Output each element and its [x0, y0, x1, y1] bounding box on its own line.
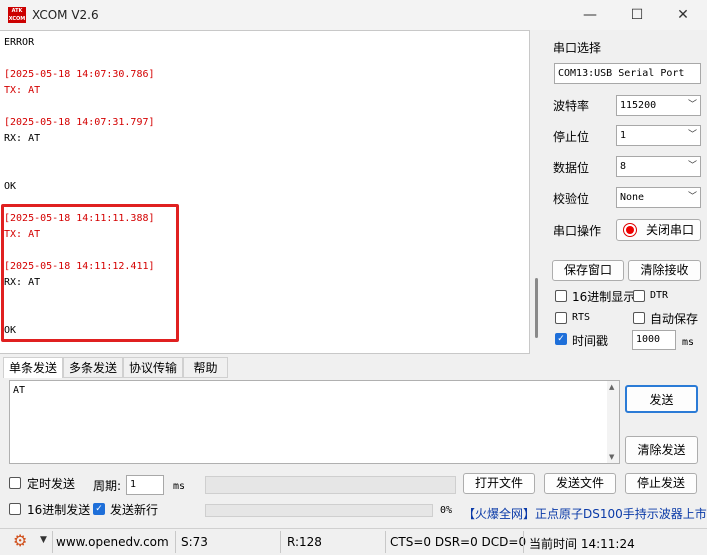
window-title: XCOM V2.6	[32, 8, 99, 22]
hex-send-label: 16进制发送	[27, 503, 91, 517]
parity-value: None	[620, 192, 645, 203]
timestamp-checkbox[interactable]: ✓	[555, 333, 567, 345]
send-input[interactable]: AT ▲ ▼	[9, 380, 620, 464]
receive-line: TX: AT	[4, 85, 41, 96]
tab-help[interactable]: 帮助	[183, 357, 228, 378]
timestamp-unit: ms	[682, 337, 695, 348]
file-progress-track	[205, 476, 456, 494]
title-bar: ATK XCOM XCOM V2.6 — ☐ ✕	[0, 0, 707, 30]
gear-icon[interactable]: ⚙	[13, 531, 27, 550]
period-input[interactable]: 1	[126, 475, 164, 495]
receive-line: [2025-05-18 14:07:31.797]	[4, 117, 155, 128]
tab-multi-send[interactable]: 多条发送	[63, 357, 123, 378]
hex-send-checkbox[interactable]	[9, 503, 21, 515]
line-signals: CTS=0 DSR=0 DCD=0	[390, 535, 527, 549]
hex-display-label: 16进制显示	[572, 290, 636, 304]
ad-link[interactable]: 【火爆全网】正点原子DS100手持示波器上市	[463, 505, 707, 522]
stop-select[interactable]: 1 ﹀	[616, 125, 701, 146]
chevron-down-icon: ﹀	[687, 192, 697, 202]
scroll-up-icon: ▲	[609, 383, 615, 391]
progress-text: 0%	[440, 505, 453, 516]
close-button[interactable]: ✕	[660, 4, 706, 26]
auto-save-label: 自动保存	[650, 312, 699, 326]
maximize-button[interactable]: ☐	[614, 4, 660, 26]
chevron-down-icon: ﹀	[687, 100, 697, 110]
period-label: 周期:	[93, 479, 122, 493]
send-scrollbar[interactable]: ▲ ▼	[607, 381, 619, 463]
save-window-button[interactable]: 保存窗口	[552, 260, 624, 281]
received-count: R:128	[287, 535, 322, 549]
port-value: COM13:USB Serial Port	[558, 68, 685, 79]
data-bits-value: 8	[620, 161, 627, 172]
open-file-button[interactable]: 打开文件	[463, 473, 535, 494]
status-bar: ⚙ ▼ www.openedv.com S:73 R:128 CTS=0 DSR…	[0, 528, 707, 555]
period-unit: ms	[173, 481, 186, 492]
send-newline-label: 发送新行	[110, 503, 159, 517]
parity-select[interactable]: None ﹀	[616, 187, 701, 208]
send-progress-bar	[205, 504, 433, 517]
period-value: 1	[130, 479, 137, 490]
port-select[interactable]: COM13:USB Serial Port	[554, 63, 701, 84]
timestamp-value: 1000	[636, 334, 661, 345]
port-label: 串口选择	[553, 41, 602, 55]
close-port-label: 关闭串口	[646, 223, 695, 237]
baud-select[interactable]: 115200 ﹀	[616, 95, 701, 116]
chevron-down-icon: ﹀	[687, 161, 697, 171]
timestamp-input[interactable]: 1000	[632, 330, 676, 350]
close-port-button[interactable]: 关闭串口	[616, 219, 701, 241]
website-link[interactable]: www.openedv.com	[56, 535, 169, 549]
send-button[interactable]: 发送	[625, 385, 698, 413]
data-bits-select[interactable]: 8 ﹀	[616, 156, 701, 177]
scroll-down-icon: ▼	[609, 453, 615, 461]
chevron-down-icon[interactable]: ▼	[40, 535, 47, 545]
receive-line: RX: AT	[4, 133, 41, 144]
port-op-label: 串口操作	[553, 224, 602, 238]
baud-label: 波特率	[553, 99, 590, 113]
receive-line: [2025-05-18 14:07:30.786]	[4, 69, 155, 80]
chevron-down-icon: ﹀	[687, 130, 697, 140]
timed-send-checkbox[interactable]	[9, 477, 21, 489]
send-text: AT	[13, 385, 26, 396]
clear-send-button[interactable]: 清除发送	[625, 436, 698, 464]
tab-protocol[interactable]: 协议传输	[123, 357, 183, 378]
send-file-button[interactable]: 发送文件	[544, 473, 616, 494]
tab-single-send[interactable]: 单条发送	[3, 357, 63, 378]
stop-send-button[interactable]: 停止发送	[625, 473, 697, 494]
parity-label: 校验位	[553, 192, 590, 206]
app-logo-icon: ATK XCOM	[8, 7, 26, 23]
send-newline-checkbox[interactable]: ✓	[93, 503, 105, 515]
highlight-box	[1, 204, 179, 342]
current-time: 当前时间 14:11:24	[529, 537, 635, 551]
hex-display-checkbox[interactable]	[555, 290, 567, 302]
dtr-label: DTR	[650, 290, 669, 301]
timed-send-label: 定时发送	[27, 477, 76, 491]
receive-line: ERROR	[4, 37, 35, 48]
auto-save-checkbox[interactable]	[633, 312, 645, 324]
stop-label: 停止位	[553, 130, 590, 144]
receive-line: OK	[4, 181, 17, 192]
receive-scrollbar-thumb[interactable]	[535, 278, 538, 338]
sent-count: S:73	[181, 535, 208, 549]
data-bits-label: 数据位	[553, 161, 590, 175]
dtr-checkbox[interactable]	[633, 290, 645, 302]
stop-value: 1	[620, 130, 627, 141]
clear-receive-button[interactable]: 清除接收	[628, 260, 701, 281]
baud-value: 115200	[620, 100, 657, 111]
timestamp-label: 时间戳	[572, 334, 609, 348]
status-led-icon	[623, 223, 637, 237]
rts-label: RTS	[572, 312, 591, 323]
minimize-button[interactable]: —	[567, 4, 613, 26]
rts-checkbox[interactable]	[555, 312, 567, 324]
